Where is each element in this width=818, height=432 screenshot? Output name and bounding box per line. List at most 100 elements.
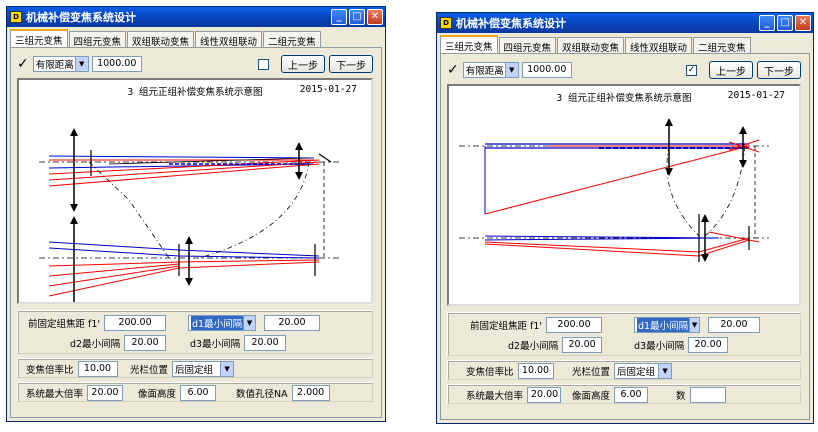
tab-strip: 三组元变焦 四组元变焦 双组联动变焦 线性双组联动 二组元变焦	[437, 33, 813, 54]
stop-position-label: 光栏位置	[572, 367, 611, 378]
max-mag-label: 系统最大倍率	[466, 391, 524, 402]
stop-position-label: 光栏位置	[130, 365, 169, 376]
maximize-button[interactable]: □	[349, 9, 365, 25]
bottom-ray-bundle	[484, 231, 760, 257]
distance-mode-select[interactable]: 有限距离 ▼	[32, 56, 89, 72]
max-mag-input[interactable]: 20.00	[527, 387, 562, 403]
minimize-button[interactable]: _	[759, 15, 775, 31]
minimize-button[interactable]: _	[331, 9, 347, 25]
optical-diagram: 3 组元正组补偿变焦系统示意图 2015-01-27	[17, 78, 373, 304]
zoom-design-window-right: D 机械补偿变焦系统设计 _ □ ✕ 三组元变焦 四组元变焦 双组联动变焦 线性…	[436, 12, 814, 424]
next-step-button[interactable]: 下一步	[757, 61, 801, 79]
stop-position-select[interactable]: 后固定组 ▼	[614, 363, 673, 379]
toolbar-row: ✓ 有限距离 ▼ 1000.00 ✓ 上一步 下一步	[447, 60, 801, 80]
top-ray-bundle	[484, 139, 760, 215]
system-group: 系统最大倍率 20.00 像面高度 6.00 数	[447, 384, 801, 404]
next-step-button[interactable]: 下一步	[329, 55, 373, 73]
d2-input[interactable]: 20.00	[124, 335, 167, 351]
tab-two-group[interactable]: 二组元变焦	[693, 37, 751, 54]
system-group: 系统最大倍率 20.00 像面高度 6.00 数值孔径NA 2.000	[17, 382, 373, 402]
bottom-ray-bundle	[48, 241, 320, 297]
check-mark-icon: ✓	[447, 62, 459, 78]
tab-four-group[interactable]: 四组元变焦	[68, 31, 127, 48]
interval-input[interactable]: 20.00	[264, 315, 320, 331]
distance-input[interactable]: 1000.00	[521, 62, 572, 78]
na-label: 数	[676, 391, 686, 402]
check-mark-icon: ✓	[17, 56, 29, 72]
title-bar[interactable]: D 机械补偿变焦系统设计 _ □ ✕	[437, 13, 813, 33]
window-title: 机械补偿变焦系统设计	[26, 11, 136, 24]
option-checkbox[interactable]	[258, 58, 269, 70]
optical-diagram: 3 组元正组补偿变焦系统示意图 2015-01-27	[447, 84, 801, 306]
distance-mode-select[interactable]: 有限距离 ▼	[462, 62, 519, 78]
na-label: 数值孔径NA	[236, 389, 288, 400]
stop-position-select[interactable]: 后固定组 ▼	[172, 361, 235, 377]
chevron-down-icon[interactable]: ▼	[220, 362, 234, 376]
interval-select-value: d1最小间隔	[191, 316, 244, 330]
na-input[interactable]: 2.000	[291, 385, 330, 401]
front-focal-input[interactable]: 200.00	[104, 315, 167, 331]
chevron-down-icon[interactable]: ▼	[689, 318, 699, 332]
chevron-down-icon[interactable]: ▼	[658, 364, 672, 378]
distance-mode-value: 有限距离	[465, 66, 504, 77]
image-height-label: 像面高度	[138, 389, 177, 400]
distance-mode-value: 有限距离	[35, 60, 74, 71]
interval-input[interactable]: 20.00	[708, 317, 760, 333]
zoom-design-window-left: D 机械补偿变焦系统设计 _ □ ✕ 三组元变焦 四组元变焦 双组联动变焦 线性…	[6, 6, 386, 422]
d2-input[interactable]: 20.00	[562, 337, 603, 353]
tab-dual-linked[interactable]: 双组联动变焦	[127, 31, 195, 48]
interval-select[interactable]: d1最小间隔 ▼	[188, 315, 256, 331]
image-height-input[interactable]: 6.00	[180, 385, 217, 401]
zoom-schematic	[39, 128, 339, 302]
zoom-group: 变焦倍率比 10.00 光栏位置 后固定组 ▼	[17, 358, 373, 378]
window-title: 机械补偿变焦系统设计	[456, 17, 566, 30]
front-focal-label: 前固定组焦距 f1'	[28, 319, 101, 330]
chevron-down-icon[interactable]: ▼	[504, 63, 518, 77]
max-mag-input[interactable]: 20.00	[87, 385, 124, 401]
d3-label: d3最小间隔	[634, 341, 685, 352]
interval-select[interactable]: d1最小间隔 ▼	[634, 317, 700, 333]
zoom-ratio-input[interactable]: 10.00	[517, 363, 554, 379]
top-ray-bundle	[48, 155, 320, 187]
tab-three-group[interactable]: 三组元变焦	[440, 35, 498, 53]
tab-panel: ✓ 有限距离 ▼ 1000.00 ✓ 上一步 下一步 3 组元正组补偿变焦系统示…	[440, 53, 810, 420]
zoom-ratio-label: 变焦倍率比	[466, 367, 514, 378]
d2-label: d2最小间隔	[508, 341, 559, 352]
zoom-ratio-input[interactable]: 10.00	[77, 361, 118, 377]
image-height-label: 像面高度	[572, 391, 611, 402]
d3-input[interactable]: 20.00	[244, 335, 287, 351]
chevron-down-icon[interactable]: ▼	[243, 316, 255, 330]
title-bar[interactable]: D 机械补偿变焦系统设计 _ □ ✕	[7, 7, 385, 27]
prev-step-button[interactable]: 上一步	[709, 61, 753, 79]
close-button[interactable]: ✕	[795, 15, 811, 31]
option-checkbox[interactable]: ✓	[686, 64, 697, 76]
toolbar-row: ✓ 有限距离 ▼ 1000.00 上一步 下一步	[17, 54, 373, 74]
tab-four-group[interactable]: 四组元变焦	[498, 37, 557, 54]
na-input[interactable]	[689, 387, 726, 403]
interval-select-value: d1最小间隔	[637, 318, 690, 332]
zoom-ratio-label: 变焦倍率比	[26, 365, 74, 376]
stop-position-value: 后固定组	[175, 365, 214, 376]
tab-linear-dual[interactable]: 线性双组联动	[625, 37, 693, 54]
image-height-input[interactable]: 6.00	[614, 387, 649, 403]
tab-dual-linked[interactable]: 双组联动变焦	[557, 37, 625, 54]
distance-input[interactable]: 1000.00	[91, 56, 142, 72]
tab-strip: 三组元变焦 四组元变焦 双组联动变焦 线性双组联动 二组元变焦	[7, 27, 385, 48]
focal-group: 前固定组焦距 f1' 200.00 d1最小间隔 ▼ 20.00 d2最小间隔 …	[447, 312, 801, 356]
zoom-schematic	[459, 118, 769, 262]
focal-group: 前固定组焦距 f1' 200.00 d1最小间隔 ▼ 20.00 d2最小间隔 …	[17, 310, 373, 354]
chevron-down-icon[interactable]: ▼	[74, 57, 88, 71]
zoom-group: 变焦倍率比 10.00 光栏位置 后固定组 ▼	[447, 360, 801, 380]
d3-input[interactable]: 20.00	[688, 337, 729, 353]
tab-two-group[interactable]: 二组元变焦	[263, 31, 321, 48]
tab-three-group[interactable]: 三组元变焦	[10, 29, 68, 47]
close-button[interactable]: ✕	[367, 9, 383, 25]
front-focal-input[interactable]: 200.00	[546, 317, 603, 333]
prev-step-button[interactable]: 上一步	[281, 55, 325, 73]
tab-linear-dual[interactable]: 线性双组联动	[195, 31, 263, 48]
front-focal-label: 前固定组焦距 f1'	[470, 321, 543, 332]
d2-label: d2最小间隔	[70, 339, 121, 350]
maximize-button[interactable]: □	[777, 15, 793, 31]
d3-label: d3最小间隔	[190, 339, 241, 350]
max-mag-label: 系统最大倍率	[26, 389, 84, 400]
